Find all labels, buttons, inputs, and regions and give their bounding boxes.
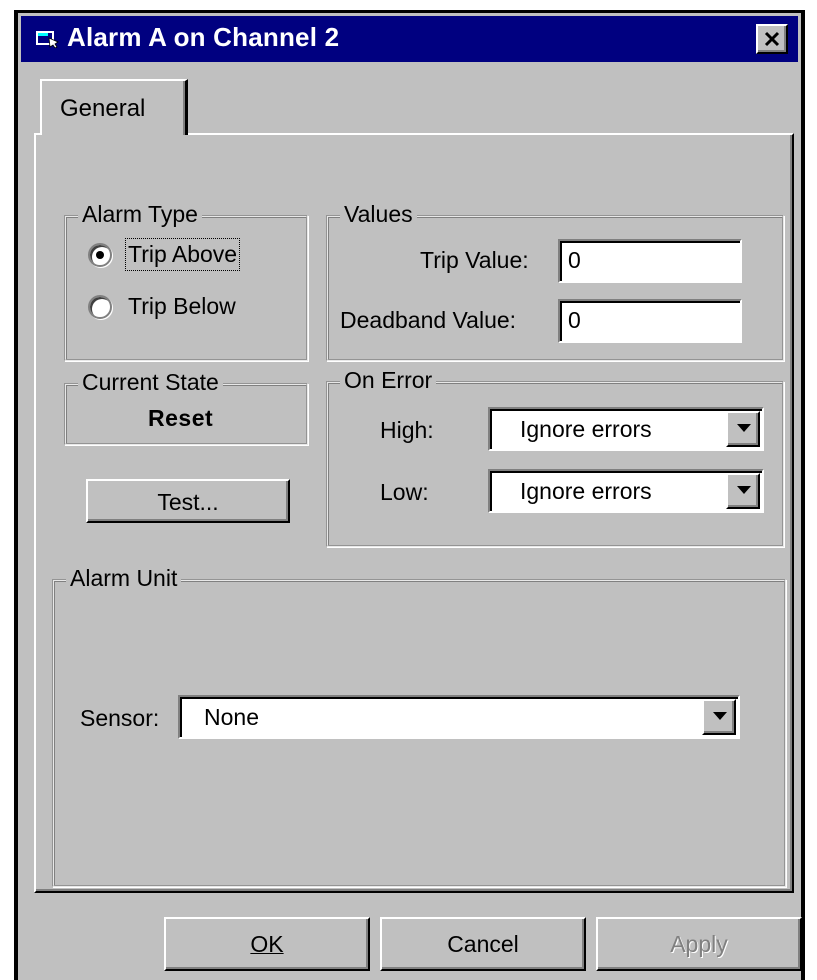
close-icon — [764, 31, 780, 47]
tab-general-label: General — [60, 95, 146, 122]
chevron-down-icon — [737, 424, 751, 432]
sensor-dropdown-button[interactable] — [702, 699, 736, 735]
values-group: Values Trip Value: 0 Deadband Value: 0 — [326, 201, 784, 361]
ok-button-label: OK — [250, 931, 284, 957]
ok-button[interactable]: OK — [164, 917, 370, 971]
trip-above-label[interactable]: Trip Above — [124, 238, 241, 271]
sensor-label: Sensor: — [80, 705, 160, 731]
alarm-unit-group: Alarm Unit Sensor: None — [52, 565, 786, 887]
alarm-type-legend: Alarm Type — [78, 201, 202, 227]
low-error-select[interactable]: Ignore errors — [488, 469, 764, 513]
high-error-value: Ignore errors — [520, 416, 652, 442]
sensor-value: None — [204, 704, 259, 730]
low-error-dropdown-button[interactable] — [726, 473, 760, 509]
apply-button-label: Apply — [670, 931, 728, 957]
trip-below-radio[interactable] — [88, 295, 112, 319]
values-legend: Values — [340, 201, 417, 227]
trip-value-input[interactable]: 0 — [558, 239, 742, 283]
deadband-value-label: Deadband Value: — [340, 307, 517, 333]
low-label: Low: — [380, 479, 429, 505]
deadband-value-input[interactable]: 0 — [558, 299, 742, 343]
alarm-type-group: Alarm Type Trip Above Trip Below — [64, 201, 308, 361]
current-state-group: Current State Reset — [64, 369, 308, 445]
trip-below-label[interactable]: Trip Below — [128, 293, 236, 320]
trip-value-label: Trip Value: — [420, 247, 529, 273]
low-error-value: Ignore errors — [520, 478, 652, 504]
test-button-label: Test... — [157, 489, 219, 515]
high-label: High: — [380, 417, 434, 443]
close-button[interactable] — [756, 24, 788, 54]
on-error-group: On Error High: Ignore errors Low: Ignore… — [326, 367, 784, 547]
tab-general[interactable]: General — [40, 79, 188, 135]
current-state-legend: Current State — [78, 369, 223, 395]
radio-selected-dot — [96, 251, 104, 259]
cancel-button-label: Cancel — [447, 931, 519, 957]
chevron-down-icon — [713, 712, 727, 720]
apply-button[interactable]: Apply — [596, 917, 802, 971]
dialog-app-icon — [36, 31, 59, 48]
high-error-select[interactable]: Ignore errors — [488, 407, 764, 451]
test-button[interactable]: Test... — [86, 479, 290, 523]
on-error-legend: On Error — [340, 367, 437, 393]
title-bar[interactable]: Alarm A on Channel 2 — [21, 16, 798, 62]
trip-above-radio[interactable] — [88, 243, 112, 267]
sensor-select[interactable]: None — [178, 695, 740, 739]
general-tab-panel: Alarm Type Trip Above Trip Below Values … — [34, 133, 794, 893]
cancel-button[interactable]: Cancel — [380, 917, 586, 971]
window-title: Alarm A on Channel 2 — [67, 22, 340, 52]
alarm-unit-legend: Alarm Unit — [66, 565, 182, 591]
current-state-value: Reset — [148, 405, 214, 431]
high-error-dropdown-button[interactable] — [726, 411, 760, 447]
chevron-down-icon — [737, 486, 751, 494]
dialog-window: Alarm A on Channel 2 General Alarm Type … — [14, 10, 805, 980]
